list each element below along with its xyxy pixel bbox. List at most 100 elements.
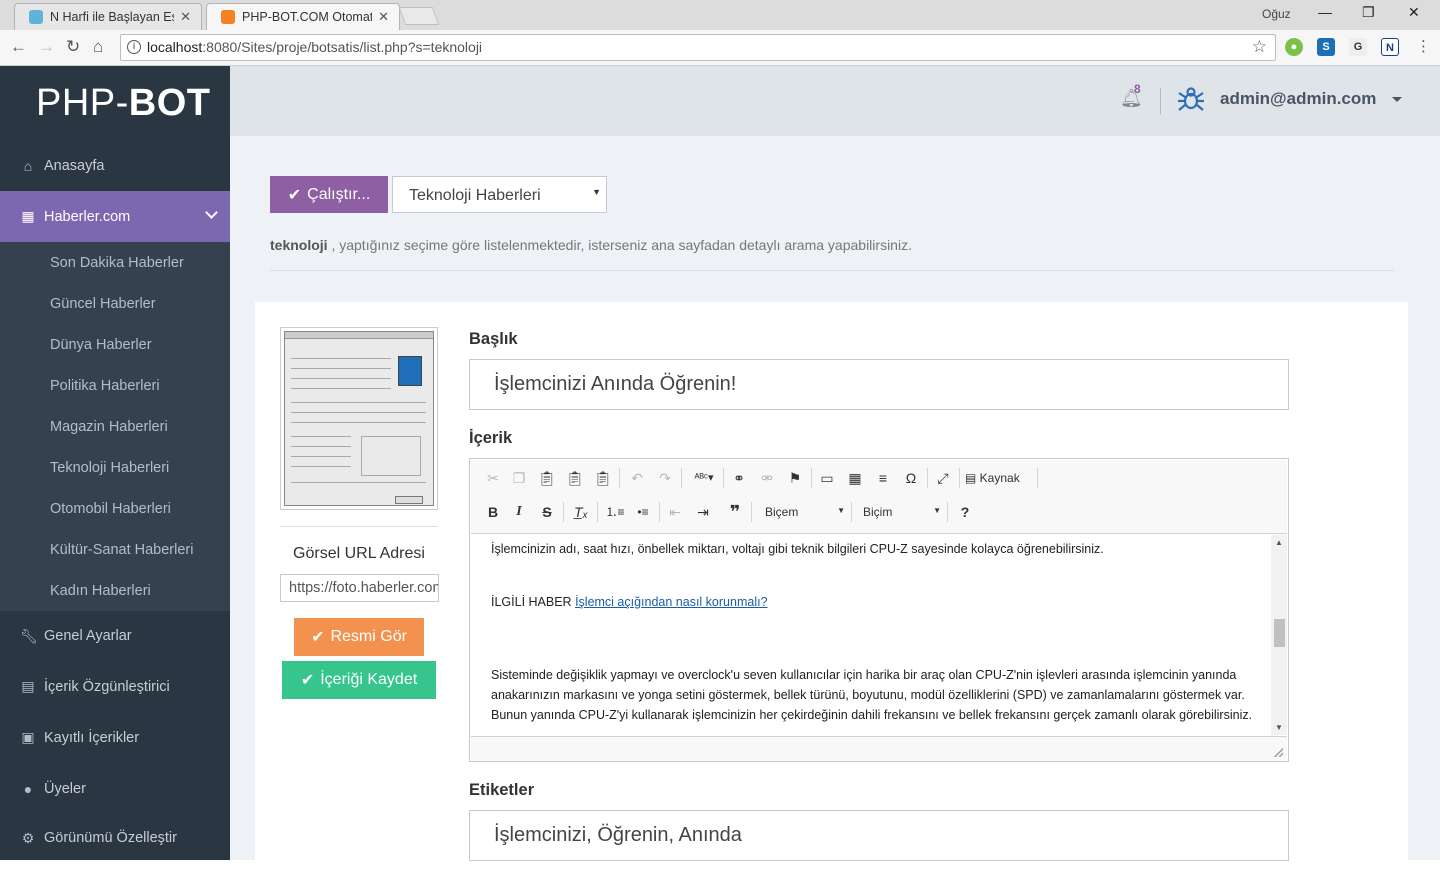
run-button[interactable]: ✔ Çalıştır... xyxy=(270,176,388,213)
toolbar-separator xyxy=(927,468,928,488)
sidebar-subitem[interactable]: Kadın Haberleri xyxy=(0,570,230,611)
toolbar-separator xyxy=(811,468,812,488)
back-icon[interactable]: ← xyxy=(10,37,27,57)
link-icon[interactable]: ⚭ xyxy=(729,468,749,488)
related-news-link[interactable]: İşlemci açığından nasıl korunmalı? xyxy=(575,595,767,609)
strikethrough-icon[interactable]: S xyxy=(537,502,557,522)
sidebar: PHP-BOT ⌂ Anasayfa ▦ Haberler.com Son Da… xyxy=(0,66,230,860)
category-select[interactable]: Teknoloji Haberleri ▼ xyxy=(392,176,607,213)
save-content-button[interactable]: ✔ İçeriği Kaydet xyxy=(282,661,436,699)
sidebar-subitem[interactable]: Teknoloji Haberleri xyxy=(0,447,230,488)
undo-icon[interactable]: ↶ xyxy=(627,468,647,488)
sidebar-item-gorunum[interactable]: ⚙ Görünümü Özelleştir xyxy=(0,814,230,862)
indent-icon[interactable]: ⇥ xyxy=(693,502,713,522)
sidebar-subitem[interactable]: Otomobil Haberleri xyxy=(0,488,230,529)
show-image-button[interactable]: ✔ Resmi Gör xyxy=(294,618,424,656)
browser-tab-1[interactable]: N Harfi ile Başlayan Eş Ar ✕ xyxy=(14,3,202,30)
bell-icon[interactable]: 🔔︎ 8 xyxy=(1120,82,1143,109)
sidebar-subitem[interactable]: Son Dakika Haberler xyxy=(0,242,230,283)
paste-icon[interactable]: 📋︎ xyxy=(537,468,557,488)
sidebar-subitem[interactable]: Magazin Haberleri xyxy=(0,406,230,447)
scroll-down-icon[interactable]: ▼ xyxy=(1275,723,1283,732)
sidebar-item-label: İçerik Özgünleştirici xyxy=(44,678,170,695)
new-tab-button[interactable] xyxy=(398,7,440,25)
horizontal-rule-icon[interactable]: ≡ xyxy=(873,468,893,488)
check-icon: ✔ xyxy=(287,186,302,204)
site-info-icon[interactable]: i xyxy=(127,40,141,54)
sidebar-item-haberler[interactable]: ▦ Haberler.com xyxy=(0,191,230,242)
tags-input[interactable]: İşlemcinizi, Öğrenin, Anında xyxy=(469,810,1289,861)
grid-icon: ▦ xyxy=(21,208,35,224)
tab-close-icon[interactable]: ✕ xyxy=(180,9,191,25)
sidebar-submenu: Son Dakika Haberler Güncel Haberler Düny… xyxy=(0,242,230,611)
image-icon[interactable]: ▭ xyxy=(817,468,837,488)
caret-down-icon[interactable] xyxy=(1392,97,1402,102)
url-input[interactable]: i localhost:8080/Sites/proje/botsatis/li… xyxy=(120,34,1276,61)
sidebar-item-icerik-ozgunlestirici[interactable]: ▤ İçerik Özgünleştirici xyxy=(0,661,230,712)
toolbar-separator xyxy=(751,502,752,522)
tags-label: Etiketler xyxy=(469,781,535,799)
copy-icon[interactable]: ❐ xyxy=(509,468,529,488)
sidebar-subitem[interactable]: Güncel Haberler xyxy=(0,283,230,324)
home-icon[interactable]: ⌂ xyxy=(93,37,103,57)
spider-avatar-icon[interactable] xyxy=(1176,84,1206,114)
table-icon[interactable]: ▦ xyxy=(845,468,865,488)
forward-icon[interactable]: → xyxy=(38,37,55,57)
sidebar-item-genel-ayarlar[interactable]: 🔧︎ Genel Ayarlar xyxy=(0,611,230,661)
maximize-icon[interactable]: ❐ xyxy=(1362,4,1375,21)
close-window-icon[interactable]: ✕ xyxy=(1408,4,1420,21)
format-dropdown[interactable]: Biçim ▼ xyxy=(863,505,941,525)
bold-icon[interactable]: B xyxy=(483,502,503,522)
sidebar-subitem[interactable]: Dünya Haberler xyxy=(0,324,230,365)
special-char-icon[interactable]: Ω xyxy=(901,468,921,488)
maximize-icon[interactable]: ⤢ xyxy=(933,468,953,488)
anchor-flag-icon[interactable]: ⚑ xyxy=(785,468,805,488)
style-dropdown[interactable]: Biçem ▼ xyxy=(765,505,845,525)
show-image-label: Resmi Gör xyxy=(330,628,407,645)
editor-content-area[interactable]: İşlemcinizin adı, saat hızı, önbellek mi… xyxy=(471,535,1271,735)
spellcheck-icon[interactable]: ᴬᴮᶜ▾ xyxy=(689,468,719,488)
editor-scrollbar[interactable]: ▲ ▼ xyxy=(1271,535,1287,735)
sidebar-item-uyeler[interactable]: ● Üyeler xyxy=(0,763,230,814)
cut-icon[interactable]: ✂ xyxy=(483,468,503,488)
title-input[interactable]: İşlemcinizi Anında Öğrenin! xyxy=(469,359,1289,410)
italic-icon[interactable]: I xyxy=(509,502,529,522)
browser-menu-icon[interactable]: ⋮ xyxy=(1416,37,1431,55)
scroll-up-icon[interactable]: ▲ xyxy=(1275,538,1283,547)
remove-format-icon[interactable]: T̲ₓ xyxy=(571,502,591,522)
user-name[interactable]: admin@admin.com xyxy=(1220,89,1376,109)
numbered-list-icon[interactable]: ⒈≡ xyxy=(605,502,625,522)
image-url-input[interactable]: https://foto.haberler.com xyxy=(280,574,439,602)
reload-icon[interactable]: ↻ xyxy=(66,37,80,57)
resize-grip-icon[interactable] xyxy=(1274,748,1283,757)
extension-3-icon[interactable]: G xyxy=(1349,38,1367,56)
extension-2-icon[interactable]: S xyxy=(1317,38,1335,56)
minimize-icon[interactable]: — xyxy=(1318,4,1332,20)
tab-title: PHP-BOT.COM Otomatik xyxy=(242,10,373,24)
blockquote-icon[interactable]: ❞ xyxy=(725,502,745,522)
scrollbar-thumb[interactable] xyxy=(1274,619,1285,647)
source-button[interactable]: ▤ Kaynak xyxy=(965,468,1031,488)
tab-close-icon[interactable]: ✕ xyxy=(378,9,389,25)
browser-profile[interactable]: Oğuz xyxy=(1262,7,1291,21)
bullet-list-icon[interactable]: •≡ xyxy=(633,502,653,522)
sidebar-subitem[interactable]: Kültür-Sanat Haberleri xyxy=(0,529,230,570)
paste-text-icon[interactable]: 📋︎ xyxy=(565,468,585,488)
extension-1-icon[interactable]: ● xyxy=(1285,38,1303,56)
extension-4-icon[interactable]: N xyxy=(1381,38,1399,56)
browser-tab-2[interactable]: PHP-BOT.COM Otomatik ✕ xyxy=(206,3,400,30)
toolbar-separator xyxy=(619,468,620,488)
outdent-icon[interactable]: ⇤ xyxy=(665,502,685,522)
redo-icon[interactable]: ↷ xyxy=(655,468,675,488)
sidebar-item-anasayfa[interactable]: ⌂ Anasayfa xyxy=(0,140,230,191)
unlink-icon[interactable]: ⚮ xyxy=(757,468,777,488)
bookmark-star-icon[interactable]: ☆ xyxy=(1252,37,1267,57)
help-icon[interactable]: ? xyxy=(955,502,975,522)
tab-favicon-icon xyxy=(221,10,235,24)
sidebar-item-kayitli-icerikler[interactable]: ▣ Kayıtlı İçerikler xyxy=(0,712,230,763)
sidebar-item-label: Genel Ayarlar xyxy=(44,628,132,644)
logo[interactable]: PHP-BOT xyxy=(0,66,230,140)
sidebar-subitem[interactable]: Politika Haberleri xyxy=(0,365,230,406)
sidebar-item-label: Görünümü Özelleştir xyxy=(44,830,177,846)
paste-word-icon[interactable]: 📋︎ xyxy=(593,468,613,488)
